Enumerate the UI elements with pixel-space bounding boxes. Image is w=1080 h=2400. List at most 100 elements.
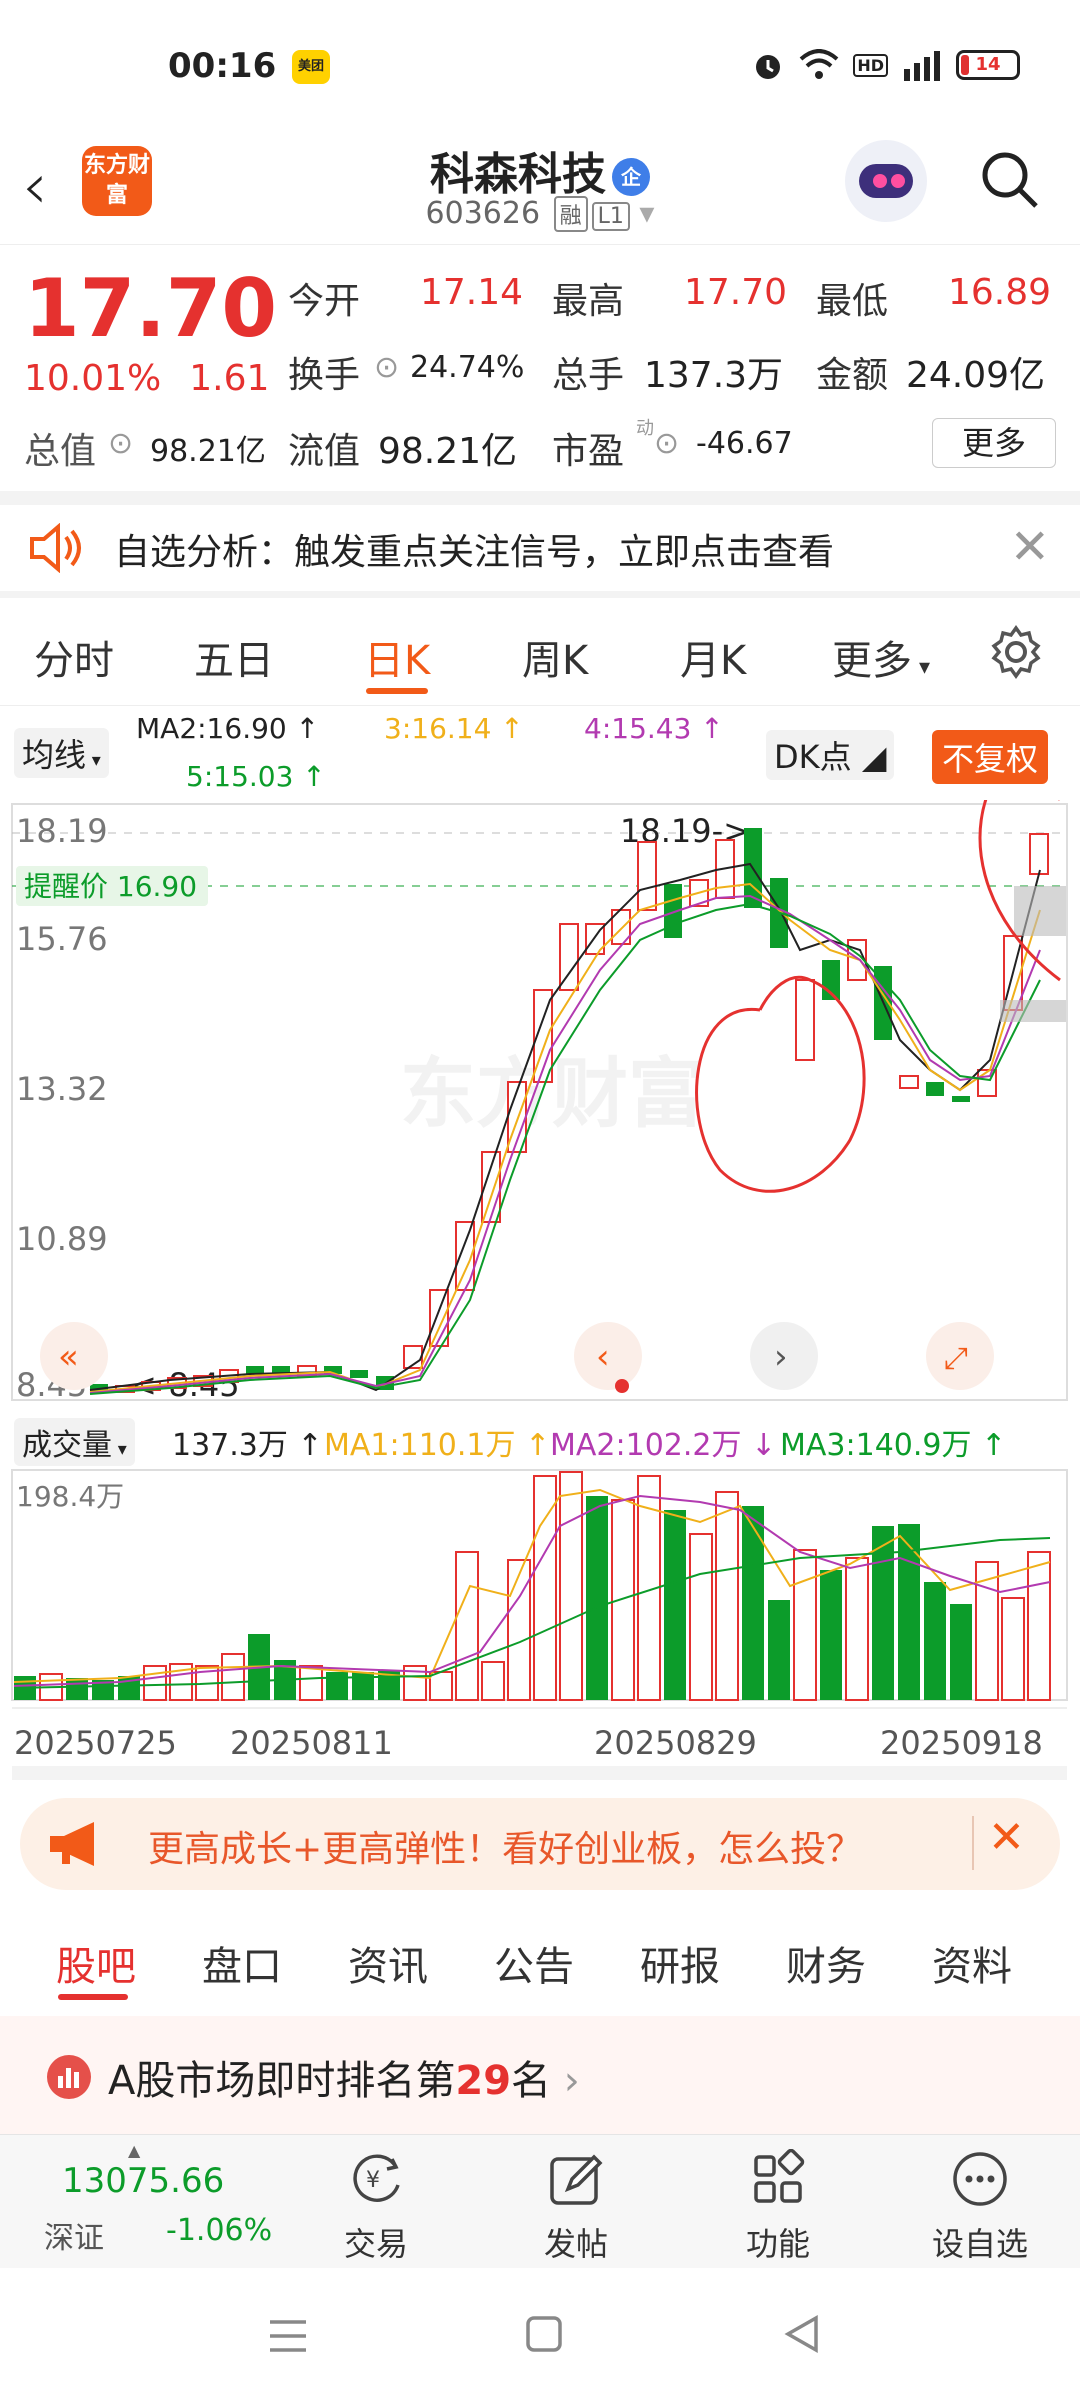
wifi-icon <box>800 49 839 79</box>
rank-chart-icon <box>47 2055 91 2099</box>
date-label-2: 20250811 <box>230 1724 393 1762</box>
index-change: -1.06% <box>166 2213 273 2248</box>
tab-intraday[interactable]: 分时 <box>34 628 114 686</box>
quote-panel: 17.70 10.01% 1.61 今开 17.14 最高 17.70 最低 16… <box>0 246 1080 496</box>
low-value: 16.89 <box>948 272 1052 313</box>
close-promo-icon[interactable]: ✕ <box>988 1812 1025 1863</box>
high-label: 最高 <box>552 281 625 322</box>
divider <box>0 491 1080 505</box>
promo-text: 更高成长+更高弹性！看好创业板，怎么投？ <box>148 1829 863 1870</box>
tab-guba[interactable]: 股吧 <box>56 1934 136 1992</box>
vol-ma3: MA3:140.9万 ↑ <box>780 1428 1007 1463</box>
date-label-1: 20250725 <box>14 1724 177 1762</box>
turnover-label: 换手 <box>288 355 361 396</box>
divider <box>972 1816 974 1870</box>
svg-text:⤢: ⤢ <box>944 1341 968 1376</box>
amount-label: 金额 <box>816 355 889 396</box>
date-label-3: 20250829 <box>594 1724 757 1762</box>
svg-text:¥: ¥ <box>366 2168 380 2193</box>
no-adjust-button[interactable]: 不复权 <box>932 730 1049 784</box>
volume-selector[interactable]: 成交量 ▾ <box>14 1418 135 1466</box>
pe-label: 市盈 <box>552 431 625 472</box>
market-rank-row[interactable]: A股市场即时排名第29名 › <box>0 2016 1080 2136</box>
float-label: 流值 <box>288 431 361 472</box>
ma3-value: 3:16.14 ↑ <box>384 712 524 745</box>
speaker-icon <box>30 523 81 573</box>
divider <box>0 591 1080 598</box>
bottom-nav: ▲ 13075.66 深证 -1.06% ¥ 交易 发帖 功能 设自选 <box>0 2134 1080 2268</box>
trade-icon: ¥ <box>353 2154 400 2202</box>
tab-weekly-k[interactable]: 周K <box>522 628 588 686</box>
more-quote-button[interactable]: 更多 <box>932 418 1056 468</box>
index-value[interactable]: 13075.66 <box>62 2161 224 2201</box>
vol-ma2: MA2:102.2万 ↓ <box>550 1428 777 1463</box>
alert-price-label: 提醒价 16.90 <box>24 870 197 903</box>
tab-announcements[interactable]: 公告 <box>494 1934 574 1992</box>
notice-bar[interactable]: 自选分析：触发重点关注信号，立即点击查看 ✕ <box>0 505 1080 591</box>
home-icon[interactable] <box>524 2314 564 2354</box>
axis-label-4: 10.89 <box>16 1220 108 1258</box>
tab-profile[interactable]: 资料 <box>932 1934 1012 1992</box>
tab-daily-k[interactable]: 日K <box>364 628 430 686</box>
stock-header: ‹ 东方财富 科森科技企 603626 融 L1 ▾ <box>0 130 1080 245</box>
open-value: 17.14 <box>420 272 524 313</box>
hd-icon: HD <box>853 53 888 77</box>
ma4-value: 4:15.43 ↑ <box>584 712 724 745</box>
rank-text: A股市场即时排名第29名 › <box>108 2058 580 2104</box>
vol-max-label: 198.4万 <box>16 1480 124 1513</box>
ma5-value: 5:15.03 ↑ <box>186 760 326 793</box>
vol-current: 137.3万 ↑ <box>172 1428 323 1463</box>
tab-finance[interactable]: 财务 <box>786 1934 866 1992</box>
nav-functions[interactable]: 功能 <box>708 2135 848 2269</box>
nav-add-watchlist[interactable]: 设自选 <box>910 2135 1050 2269</box>
enterprise-badge: 企 <box>612 158 650 196</box>
search-icon[interactable] <box>978 148 1040 210</box>
tab-pankou[interactable]: 盘口 <box>202 1934 282 1992</box>
assistant-robot-icon[interactable] <box>845 140 927 222</box>
price-change: 10.01% 1.61 <box>24 358 270 399</box>
kline-chart[interactable]: 东方财富 提醒价 16.90 18.19 15.76 13.32 10.89 8… <box>0 800 1080 1406</box>
battery-icon: 14 <box>956 50 1020 80</box>
grid-icon <box>754 2149 805 2203</box>
tab-news[interactable]: 资讯 <box>348 1934 428 1992</box>
axis-label-top: 18.19 <box>16 812 108 850</box>
volume-chart[interactable]: 198.4万 20250725 20250811 20250829 202509… <box>0 1466 1080 1782</box>
pe-value: -46.67 <box>696 426 793 461</box>
pe-info-icon[interactable]: ⊙ <box>654 426 679 461</box>
status-bar: 00:16 美团 HD 14 <box>0 0 1080 130</box>
nav-trade[interactable]: ¥ 交易 <box>306 2135 446 2269</box>
signal-icon <box>904 51 940 81</box>
close-notice-icon[interactable]: ✕ <box>1010 519 1050 575</box>
pe-dynamic-sup: 动 <box>636 418 654 439</box>
nav-post[interactable]: 发帖 <box>506 2135 646 2269</box>
promo-banner[interactable]: 更高成长+更高弹性！看好创业板，怎么投？ ✕ <box>20 1798 1060 1890</box>
mcap-label: 总值 <box>24 431 97 472</box>
high-value: 17.70 <box>684 272 788 313</box>
amount-value: 24.09亿 <box>906 355 1046 396</box>
svg-text:›: › <box>774 1337 788 1377</box>
ma-selector[interactable]: 均线 ▾ <box>14 728 109 778</box>
collapse-arrow-icon[interactable]: ▲ <box>128 2141 140 2160</box>
turnover-value: 24.74% <box>410 350 525 385</box>
active-tab-indicator <box>366 688 428 694</box>
active-tab-indicator <box>58 1994 128 2000</box>
tab-monthly-k[interactable]: 月K <box>680 628 746 686</box>
back-triangle-icon[interactable] <box>782 2314 822 2354</box>
info-icon[interactable]: ⊙ <box>374 350 399 385</box>
tab-research[interactable]: 研报 <box>640 1934 720 1992</box>
settings-gear-icon[interactable] <box>988 624 1044 680</box>
system-nav-bar <box>0 2268 1080 2400</box>
more-circle-icon <box>953 2152 1007 2206</box>
float-value: 98.21亿 <box>378 431 518 472</box>
menu-icon[interactable] <box>266 2316 310 2356</box>
axis-label-2: 15.76 <box>16 920 108 958</box>
status-time: 00:16 <box>168 46 277 86</box>
mcap-info-icon[interactable]: ⊙ <box>108 426 133 461</box>
notice-text: 自选分析：触发重点关注信号，立即点击查看 <box>114 532 835 573</box>
dk-point-button[interactable]: DK点 ◢ <box>766 730 895 780</box>
tab-five-day[interactable]: 五日 <box>194 628 274 686</box>
mcap-value: 98.21亿 <box>150 434 266 469</box>
tab-more[interactable]: 更多 ▾ <box>832 628 930 686</box>
info-tabs: 股吧 盘口 资讯 公告 研报 财务 资料 <box>0 1908 1080 2008</box>
alarm-icon <box>756 55 781 79</box>
